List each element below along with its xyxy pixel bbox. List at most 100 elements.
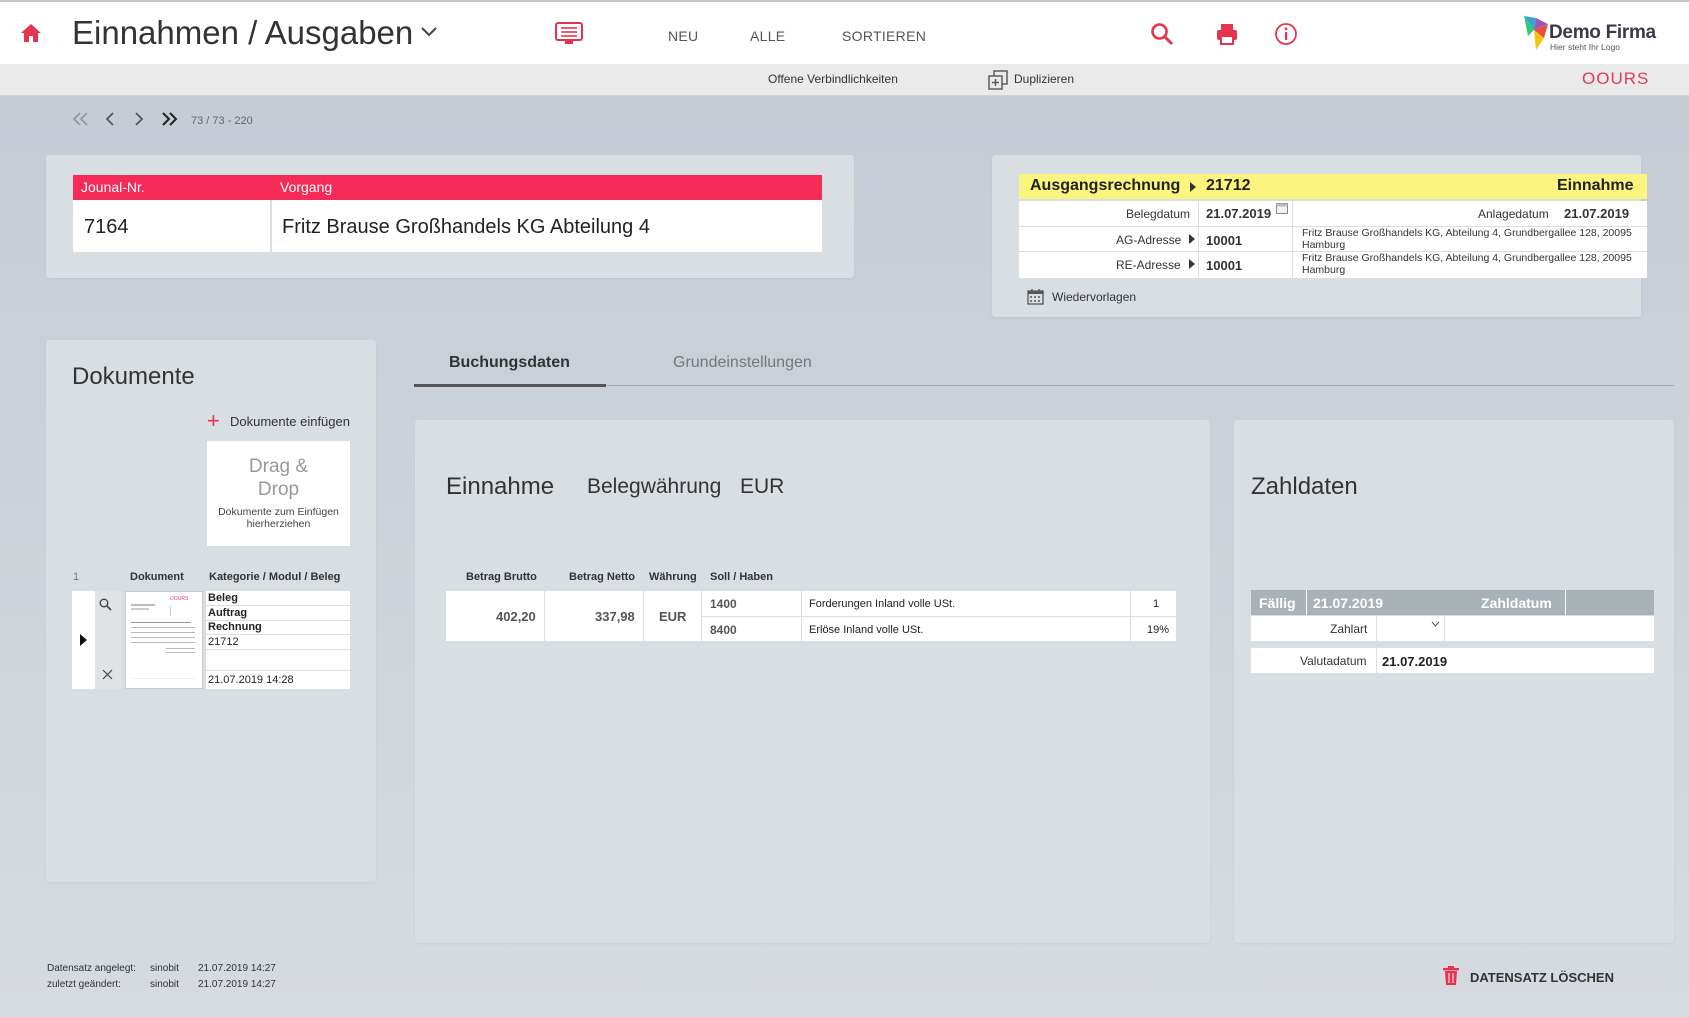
doc-category: Beleg: [208, 592, 238, 604]
document-thumbnail[interactable]: OOURS: [125, 591, 203, 689]
anlagedatum-label: Anlagedatum: [1478, 207, 1549, 221]
belegdatum-label: Belegdatum: [1126, 207, 1191, 221]
col-soll-haben: Soll / Haben: [710, 571, 773, 583]
ag-address-arrow-icon[interactable]: [1189, 234, 1195, 244]
duplicate-link[interactable]: Duplizieren: [1014, 72, 1074, 86]
search-icon[interactable]: [99, 598, 112, 611]
wiedervorlagen-link[interactable]: Wiedervorlagen: [1052, 290, 1136, 304]
next-page-icon[interactable]: [133, 112, 145, 126]
journal-number-label: Jounal-Nr.: [81, 179, 145, 195]
document-type-arrow-icon[interactable]: [1190, 182, 1196, 192]
doc-date: 21.07.2019 14:28: [208, 674, 294, 686]
doc-col-index: 1: [73, 571, 80, 583]
drop-zone-hint: Dokumente zum Einfügen hierherziehen: [218, 506, 339, 530]
nav-sort[interactable]: SORTIEREN: [842, 28, 926, 44]
zahldatum-label: Zahldatum: [1481, 595, 1552, 611]
faellig-label: Fällig: [1259, 595, 1296, 611]
journal-header: [73, 175, 822, 200]
valuta-label: Valutadatum: [1300, 654, 1367, 668]
amount-netto[interactable]: 337,98: [595, 609, 635, 624]
payment-title: Zahldaten: [1251, 473, 1358, 500]
company-tagline: Hier steht Ihr Logo: [1550, 42, 1620, 52]
journal-number-field[interactable]: 7164: [73, 200, 270, 252]
tab-divider: [606, 385, 1674, 386]
vorgang-label: Vorgang: [280, 179, 333, 195]
company-name: Demo Firma: [1549, 22, 1656, 43]
monitor-icon[interactable]: [555, 22, 583, 46]
currency-label: Belegwährung: [587, 475, 722, 498]
last-page-icon[interactable]: [161, 112, 179, 126]
zahlart-row: [1251, 616, 1654, 641]
doc-number: 21712: [208, 636, 239, 648]
account-8400-tax: 19%: [1147, 624, 1170, 636]
open-liabilities-link[interactable]: Offene Verbindlichkeiten: [768, 72, 898, 86]
col-waehrung: Währung: [649, 571, 697, 583]
chevron-down-icon[interactable]: [420, 26, 438, 38]
account-1400-desc: Forderungen Inland volle USt.: [809, 598, 956, 610]
anlagedatum-field[interactable]: 21.07.2019: [1564, 206, 1629, 221]
ag-address-label: AG-Adresse: [1116, 233, 1182, 247]
document-number: 21712: [1206, 177, 1251, 194]
search-icon[interactable]: [1150, 22, 1174, 46]
changed-date: 21.07.2019 14:27: [198, 979, 276, 990]
info-icon[interactable]: [1274, 22, 1298, 46]
trash-icon[interactable]: [1443, 966, 1459, 985]
tab-grundeinstellungen[interactable]: Grundeinstellungen: [673, 354, 812, 372]
created-label: Datensatz angelegt:: [47, 963, 136, 974]
waehrung-value[interactable]: EUR: [659, 609, 686, 624]
print-icon[interactable]: [1215, 22, 1239, 46]
currency-value: EUR: [740, 475, 785, 498]
close-icon[interactable]: [102, 669, 113, 680]
ag-address-number[interactable]: 10001: [1206, 233, 1242, 248]
valuta-date[interactable]: 21.07.2019: [1382, 654, 1447, 669]
plus-icon[interactable]: +: [207, 410, 220, 432]
created-user: sinobit: [150, 963, 179, 974]
prev-page-icon[interactable]: [104, 112, 116, 126]
brand-logo: OOURS: [1582, 69, 1650, 88]
re-address-arrow-icon[interactable]: [1189, 259, 1195, 269]
payment-header: [1251, 590, 1654, 615]
calendar-icon[interactable]: [1276, 203, 1288, 214]
created-date: 21.07.2019 14:27: [198, 963, 276, 974]
doc-modul: Auftrag: [208, 607, 248, 619]
thumbnail-brand: OOURS: [170, 596, 189, 602]
amount-brutto[interactable]: 402,20: [496, 609, 536, 624]
zahlart-label: Zahlart: [1330, 622, 1368, 636]
nav-all[interactable]: ALLE: [750, 28, 785, 44]
faellig-date[interactable]: 21.07.2019: [1313, 595, 1383, 611]
record-counter: 73 / 73 - 220: [191, 115, 253, 127]
document-type: Ausgangsrechnung: [1030, 177, 1181, 194]
account-1400-extra: 1: [1153, 598, 1160, 610]
vorgang-field[interactable]: Fritz Brause Großhandels KG Abteilung 4: [272, 200, 822, 252]
company-logo-icon: [1524, 16, 1548, 50]
changed-label: zuletzt geändert:: [47, 979, 121, 990]
add-documents-link[interactable]: Dokumente einfügen: [230, 414, 350, 429]
col-brutto: Betrag Brutto: [466, 571, 537, 583]
account-1400[interactable]: 1400: [710, 597, 737, 611]
booking-title: Einnahme: [446, 473, 555, 500]
home-icon[interactable]: [20, 22, 42, 44]
ag-address-text: Fritz Brause Großhandels KG, Abteilung 4…: [1302, 227, 1632, 251]
chevron-down-icon[interactable]: [1431, 621, 1440, 627]
active-tab-indicator: [414, 384, 606, 387]
nav-new[interactable]: NEU: [668, 28, 698, 44]
first-page-icon[interactable]: [72, 112, 90, 126]
re-address-number[interactable]: 10001: [1206, 258, 1242, 273]
belegdatum-field[interactable]: 21.07.2019: [1206, 206, 1271, 221]
page-title: Einnahmen / Ausgaben: [72, 14, 414, 51]
duplicate-icon[interactable]: [988, 70, 1008, 90]
re-address-label: RE-Adresse: [1116, 258, 1181, 272]
changed-user: sinobit: [150, 979, 179, 990]
doc-col-category: Kategorie / Modul / Beleg: [209, 571, 341, 583]
tab-buchungsdaten[interactable]: Buchungsdaten: [449, 354, 570, 372]
documents-title: Dokumente: [72, 363, 195, 390]
row-selector-icon[interactable]: [80, 634, 87, 646]
account-8400[interactable]: 8400: [710, 623, 737, 637]
drop-zone-title: Drag & Drop: [248, 456, 309, 500]
account-8400-desc: Erlöse Inland volle USt.: [809, 624, 924, 636]
delete-record-button[interactable]: DATENSATZ LÖSCHEN: [1470, 970, 1614, 985]
document-kind: Einnahme: [1557, 177, 1634, 194]
calendar-icon[interactable]: [1027, 289, 1044, 305]
col-netto: Betrag Netto: [569, 571, 636, 583]
doc-col-document: Dokument: [130, 571, 184, 583]
